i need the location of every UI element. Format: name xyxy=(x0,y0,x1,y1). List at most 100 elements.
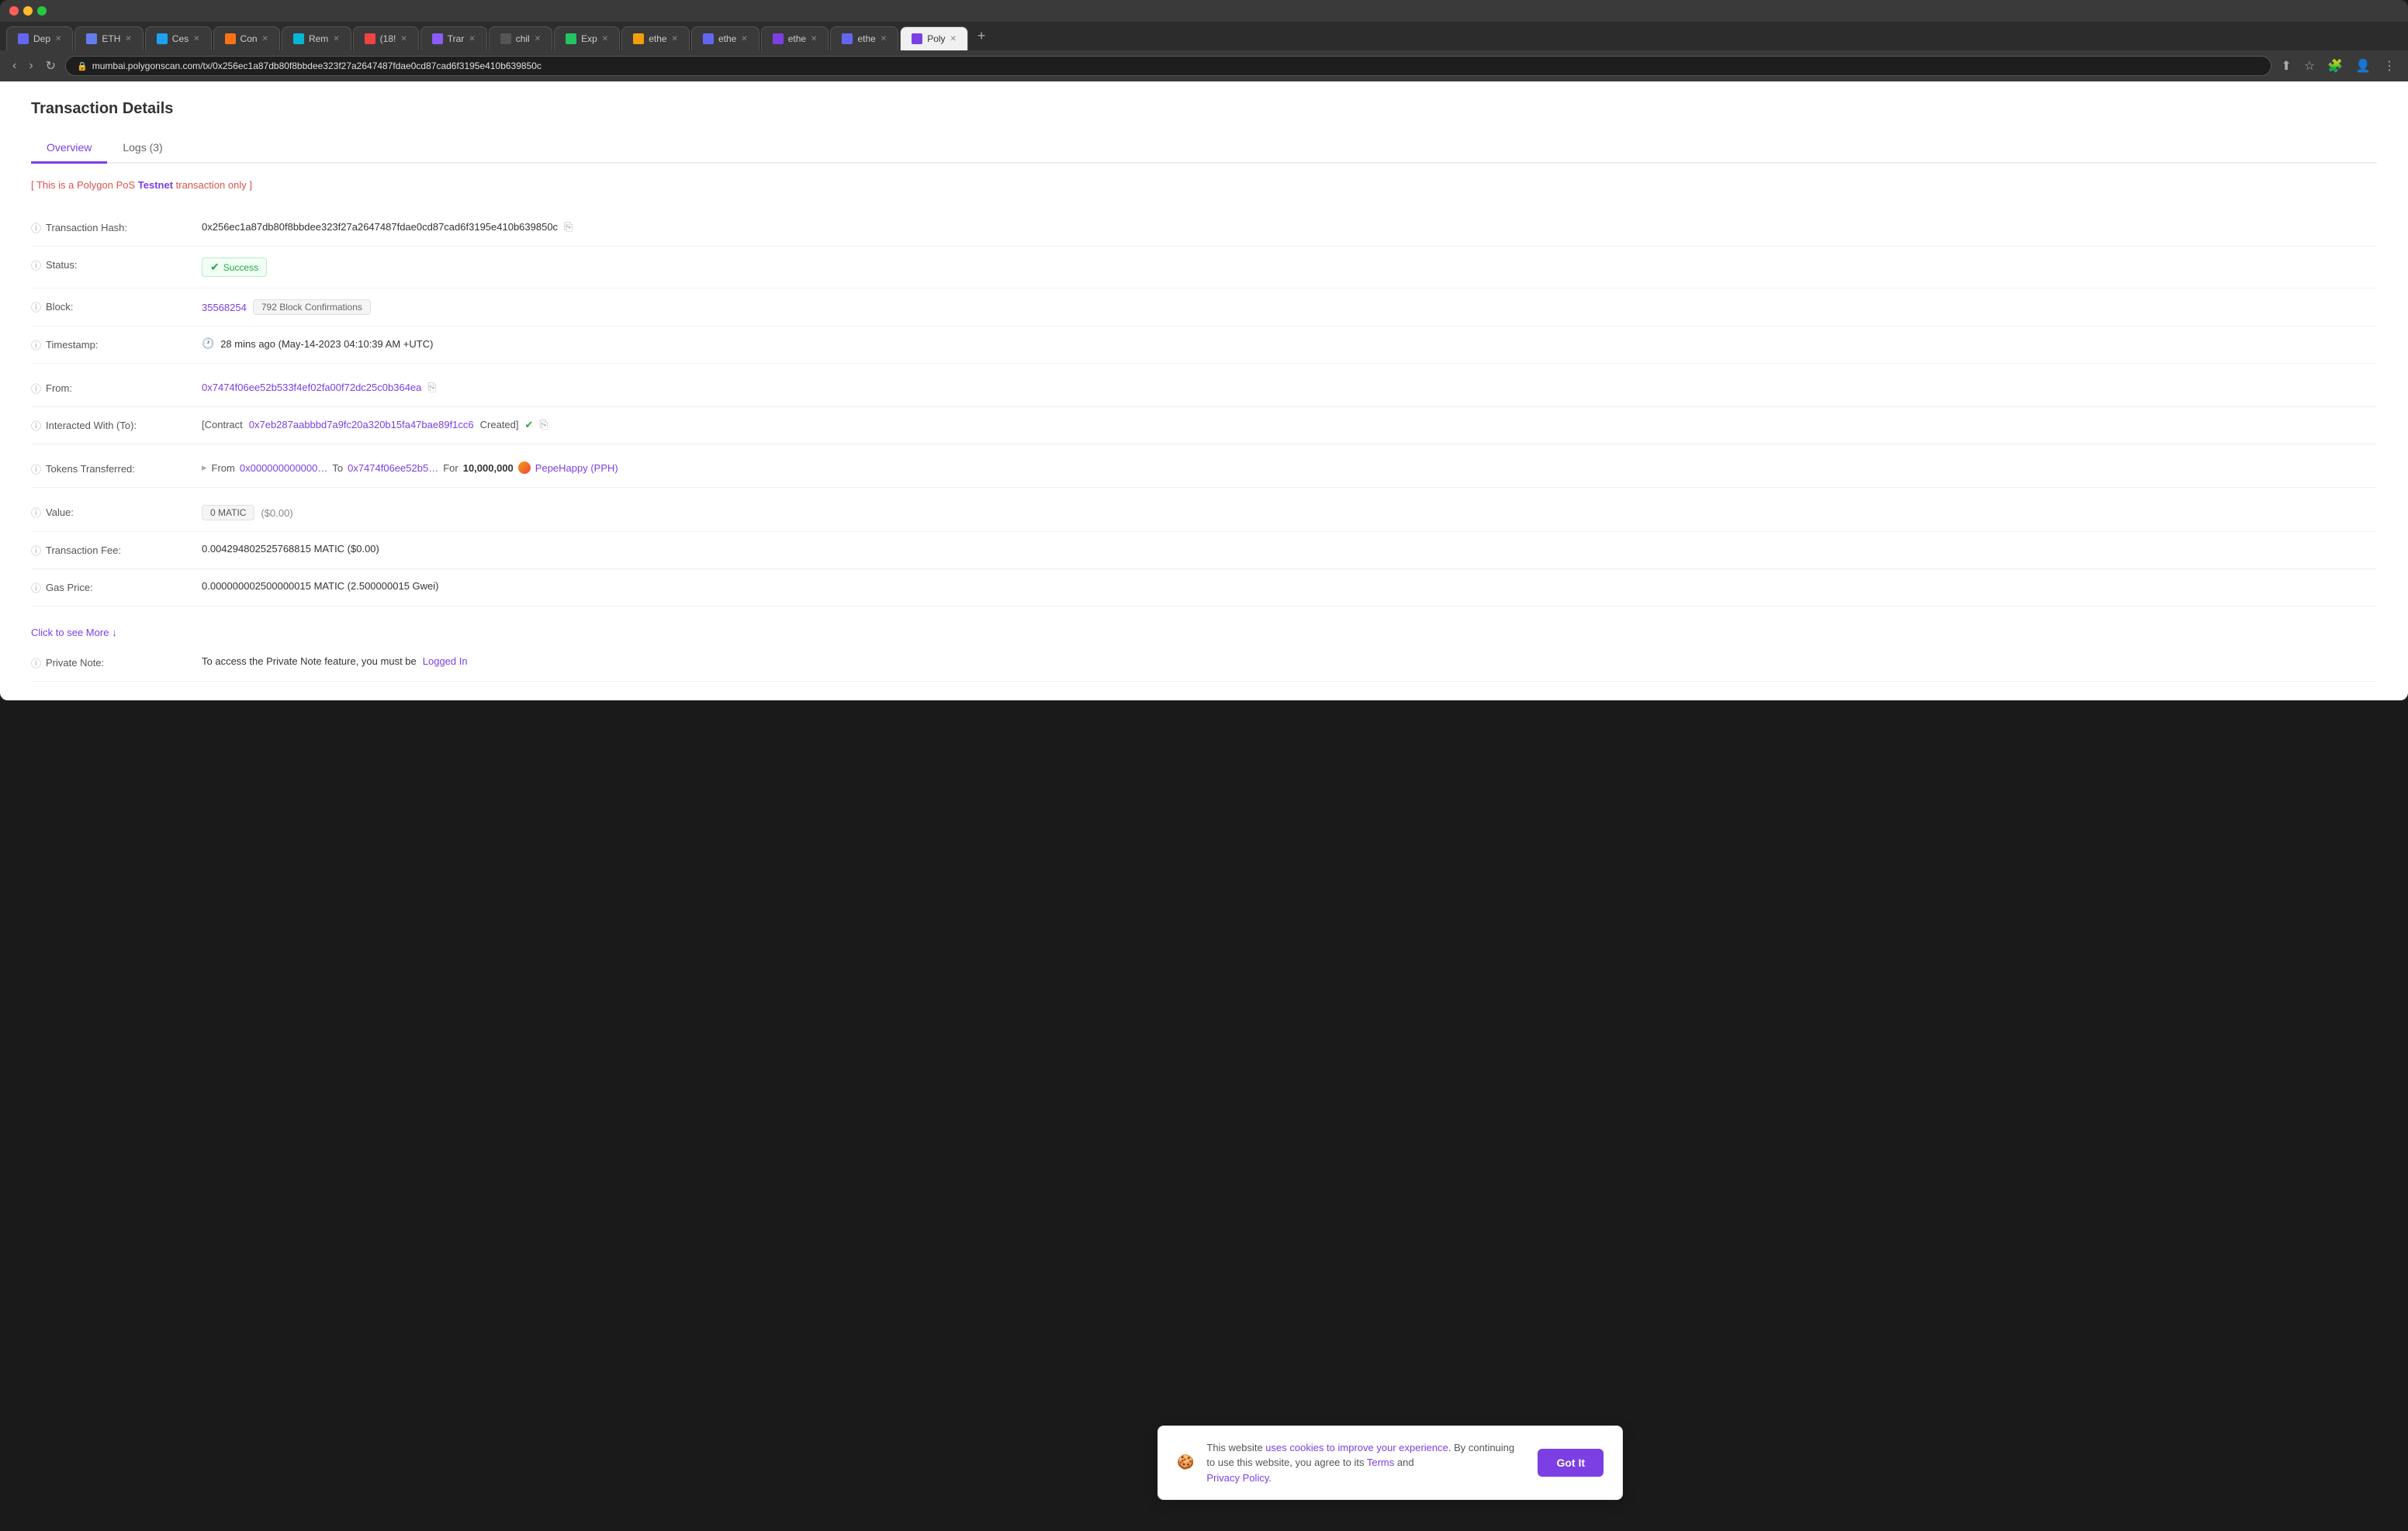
tab-close-icon[interactable]: ✕ xyxy=(602,35,608,43)
from-row: ⓘ From: 0x7474f06ee52b533f4ef02fa00f72dc… xyxy=(31,370,2377,407)
token-from-label: From xyxy=(212,462,235,474)
gas-price-text: 0.000000002500000015 MATIC (2.500000015 … xyxy=(202,580,438,592)
verified-icon: ✔ xyxy=(525,419,534,431)
tab-close-icon[interactable]: ✕ xyxy=(741,35,747,43)
help-icon: ⓘ xyxy=(31,543,41,558)
browser-window: Dep ✕ ETH ✕ Ces ✕ Con ✕ Rem ✕ (18! ✕ xyxy=(0,0,2408,700)
from-address-link[interactable]: 0x7474f06ee52b533f4ef02fa00f72dc25c0b364… xyxy=(202,382,421,393)
url-text: mumbai.polygonscan.com/tx/0x256ec1a87db8… xyxy=(92,60,541,71)
menu-button[interactable]: ⋮ xyxy=(2380,55,2399,77)
address-bar-row: ‹ › ↻ 🔒 mumbai.polygonscan.com/tx/0x256e… xyxy=(0,50,2408,81)
browser-tab-rem[interactable]: Rem ✕ xyxy=(282,26,351,50)
bookmark-button[interactable]: ☆ xyxy=(2301,55,2318,77)
status-text: Success xyxy=(223,262,258,273)
tab-close-icon[interactable]: ✕ xyxy=(193,35,199,43)
token-transfer-row: ▸ From 0x000000000000… To 0x7474f06ee52b… xyxy=(202,461,618,474)
help-icon: ⓘ xyxy=(31,655,41,670)
block-number-link[interactable]: 35568254 xyxy=(202,302,247,313)
tab-favicon xyxy=(225,33,236,44)
tab-favicon xyxy=(293,33,304,44)
transaction-hash-value: 0x256ec1a87db80f8bbdee323f27a2647487fdae… xyxy=(202,220,2377,233)
new-tab-button[interactable]: + xyxy=(970,22,994,50)
maximize-button[interactable] xyxy=(37,6,47,16)
share-button[interactable]: ⬆ xyxy=(2278,55,2294,77)
browser-tab-dep[interactable]: Dep ✕ xyxy=(6,26,73,50)
cookie-banner: 🍪 This website uses cookies to improve y… xyxy=(1157,1426,1623,1501)
close-button[interactable] xyxy=(9,6,19,16)
click-to-see-more-button[interactable]: Click to see More ↓ xyxy=(31,627,117,638)
tab-logs[interactable]: Logs (3) xyxy=(107,133,178,164)
tab-favicon xyxy=(365,33,375,44)
tab-close-icon[interactable]: ✕ xyxy=(672,35,678,43)
back-button[interactable]: ‹ xyxy=(9,56,19,76)
reload-button[interactable]: ↻ xyxy=(43,55,59,77)
tab-close-icon[interactable]: ✕ xyxy=(333,35,339,43)
browser-tab-18[interactable]: (18! ✕ xyxy=(353,26,419,50)
browser-tab-poly[interactable]: Poly ✕ xyxy=(900,26,968,50)
browser-tab-tran[interactable]: Trar ✕ xyxy=(420,26,487,50)
profile-button[interactable]: 👤 xyxy=(2352,55,2374,77)
tab-close-icon[interactable]: ✕ xyxy=(400,35,407,43)
browser-tab-ethe3[interactable]: ethe ✕ xyxy=(761,26,829,50)
tab-close-icon[interactable]: ✕ xyxy=(535,35,541,43)
browser-tab-ces[interactable]: Ces ✕ xyxy=(145,26,212,50)
tab-close-icon[interactable]: ✕ xyxy=(262,35,268,43)
tab-favicon xyxy=(633,33,644,44)
tab-close-icon[interactable]: ✕ xyxy=(950,35,957,43)
tab-label: ethe xyxy=(788,33,806,44)
tab-close-icon[interactable]: ✕ xyxy=(125,35,131,43)
tab-label: (18! xyxy=(380,33,396,44)
cookie-improve-link[interactable]: uses cookies to improve your experience xyxy=(1265,1442,1448,1453)
cookie-text-and: and xyxy=(1394,1457,1413,1468)
value-value: 0 MATIC ($0.00) xyxy=(202,505,2377,520)
contract-address-link[interactable]: 0x7eb287aabbbd7a9fc20a320b15fa47bae89f1c… xyxy=(249,419,474,430)
token-to-address[interactable]: 0x7474f06ee52b5… xyxy=(348,462,438,474)
browser-tab-ethe1[interactable]: ethe ✕ xyxy=(621,26,690,50)
transaction-hash-row: ⓘ Transaction Hash: 0x256ec1a87db80f8bbd… xyxy=(31,209,2377,247)
browser-tab-exp[interactable]: Exp ✕ xyxy=(554,26,620,50)
browser-tab-ethe4[interactable]: ethe ✕ xyxy=(830,26,898,50)
browser-tab-eth[interactable]: ETH ✕ xyxy=(74,26,143,50)
tab-label: Trar xyxy=(448,33,465,44)
tab-label: ethe xyxy=(718,33,736,44)
token-name-link[interactable]: PepeHappy (PPH) xyxy=(535,462,618,474)
copy-contract-icon[interactable]: ⎘ xyxy=(539,418,548,431)
tab-label: Rem xyxy=(309,33,328,44)
address-bar[interactable]: 🔒 mumbai.polygonscan.com/tx/0x256ec1a87d… xyxy=(65,56,2271,76)
cookie-privacy-link[interactable]: Privacy Policy xyxy=(1206,1472,1268,1484)
tab-overview[interactable]: Overview xyxy=(31,133,107,164)
minimize-button[interactable] xyxy=(23,6,33,16)
status-row: ⓘ Status: ✔ Success xyxy=(31,247,2377,289)
browser-tab-con[interactable]: Con ✕ xyxy=(213,26,280,50)
tab-close-icon[interactable]: ✕ xyxy=(811,35,817,43)
title-bar xyxy=(0,0,2408,22)
extensions-button[interactable]: 🧩 xyxy=(2324,55,2346,77)
status-dot-icon: ✔ xyxy=(210,261,220,274)
copy-from-icon[interactable]: ⎘ xyxy=(427,381,436,394)
help-icon: ⓘ xyxy=(31,461,41,476)
tokens-transferred-label: ⓘ Tokens Transferred: xyxy=(31,461,202,476)
forward-button[interactable]: › xyxy=(26,56,36,76)
tab-close-icon[interactable]: ✕ xyxy=(55,35,61,43)
browser-tab-ethe2[interactable]: ethe ✕ xyxy=(691,26,759,50)
token-from-address[interactable]: 0x000000000000… xyxy=(240,462,328,474)
copy-hash-icon[interactable]: ⎘ xyxy=(564,220,573,233)
private-note-row: ⓘ Private Note: To access the Private No… xyxy=(31,645,2377,682)
timestamp-text: 28 mins ago (May-14-2023 04:10:39 AM +UT… xyxy=(220,338,433,350)
testnet-notice: [ This is a Polygon PoS Testnet transact… xyxy=(31,179,2377,191)
tab-favicon xyxy=(703,33,714,44)
interacted-with-value: [Contract 0x7eb287aabbbd7a9fc20a320b15fa… xyxy=(202,418,2377,431)
tab-close-icon[interactable]: ✕ xyxy=(469,35,475,43)
tab-close-icon[interactable]: ✕ xyxy=(881,35,887,43)
transaction-fee-row: ⓘ Transaction Fee: 0.004294802525768815 … xyxy=(31,532,2377,569)
browser-tab-chil[interactable]: chil ✕ xyxy=(489,26,552,50)
page-title: Transaction Details xyxy=(31,100,2377,118)
logged-in-link[interactable]: Logged In xyxy=(423,655,468,667)
transaction-hash-text: 0x256ec1a87db80f8bbdee323f27a2647487fdae… xyxy=(202,221,558,233)
help-icon: ⓘ xyxy=(31,257,41,272)
help-icon: ⓘ xyxy=(31,337,41,352)
contract-suffix: Created] xyxy=(480,419,519,430)
cookie-terms-link[interactable]: Terms xyxy=(1367,1457,1394,1468)
token-logo-icon xyxy=(518,461,531,474)
cookie-got-it-button[interactable]: Got It xyxy=(1538,1449,1604,1477)
